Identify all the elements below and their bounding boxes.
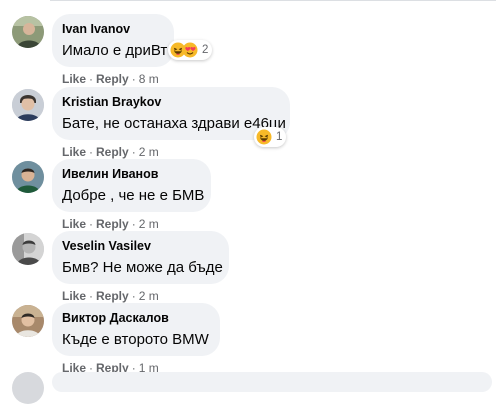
like-button[interactable]: Like bbox=[62, 72, 86, 86]
separator-dot: · bbox=[131, 145, 136, 159]
reply-button[interactable]: Reply bbox=[96, 72, 129, 86]
separator-dot: · bbox=[131, 217, 136, 231]
reply-button[interactable]: Reply bbox=[96, 289, 129, 303]
comment-item: Ивелин Иванов Добре , че не е БМВ Like · R… bbox=[0, 159, 496, 231]
comment-timestamp[interactable]: 8 m bbox=[139, 72, 159, 86]
comment-text: Бате, не останаха здрави е46ци bbox=[62, 115, 286, 132]
reply-button[interactable]: Reply bbox=[96, 217, 129, 231]
top-divider bbox=[50, 0, 496, 7]
comment-bubble: Ivan Ivanov Имало е дриВт bbox=[52, 14, 174, 67]
reaction-summary[interactable]: 1 bbox=[254, 127, 287, 147]
comment-timestamp[interactable]: 2 m bbox=[139, 145, 159, 159]
comment-timestamp[interactable]: 2 m bbox=[139, 289, 159, 303]
comment-author[interactable]: Виктор Даскалов bbox=[62, 311, 208, 326]
comment-text: Имало е дриВт bbox=[62, 42, 168, 59]
like-button[interactable]: Like bbox=[62, 145, 86, 159]
reaction-count: 1 bbox=[276, 131, 283, 143]
reply-button[interactable]: Reply bbox=[96, 145, 129, 159]
avatar[interactable] bbox=[12, 89, 44, 121]
reaction-count: 2 bbox=[202, 44, 209, 56]
comment-actions: Like · Reply · 2 m bbox=[62, 217, 159, 231]
comment-bubble bbox=[52, 372, 492, 392]
comment-actions: Like · Reply · 8 m bbox=[62, 72, 159, 86]
comment-actions: Like · Reply · 2 m bbox=[62, 145, 159, 159]
comment-item: Виктор Даскалов Къде е второто BMW Like ·… bbox=[0, 303, 496, 375]
comment-author[interactable]: Veselin Vasilev bbox=[62, 239, 217, 254]
like-button[interactable]: Like bbox=[62, 217, 86, 231]
separator-dot: · bbox=[89, 145, 94, 159]
comment-author[interactable]: Ивелин Иванов bbox=[62, 167, 199, 182]
avatar[interactable] bbox=[12, 16, 44, 48]
comment-author[interactable]: Ivan Ivanov bbox=[62, 22, 162, 37]
comment-item: Kristian Braykov Бате, не останаха здрав… bbox=[0, 87, 496, 159]
like-button[interactable]: Like bbox=[62, 289, 86, 303]
avatar[interactable] bbox=[12, 233, 44, 265]
avatar[interactable] bbox=[12, 161, 44, 193]
haha-emoji-icon bbox=[256, 129, 272, 145]
comment-text: Добре , че не е БМВ bbox=[62, 187, 205, 204]
avatar[interactable] bbox=[12, 372, 44, 404]
separator-dot: · bbox=[89, 217, 94, 231]
comment-bubble: Ивелин Иванов Добре , че не е БМВ bbox=[52, 159, 211, 212]
separator-dot: · bbox=[89, 72, 94, 86]
comment-timestamp[interactable]: 2 m bbox=[139, 217, 159, 231]
comment-item: Ivan Ivanov Имало е дриВт 2 Like · Reply · 8… bbox=[0, 14, 496, 86]
reaction-summary[interactable]: 2 bbox=[168, 40, 213, 60]
separator-dot: · bbox=[89, 289, 94, 303]
comment-text: Бмв? Не може да бъде bbox=[62, 259, 223, 276]
comment-text: Къде е второто BMW bbox=[62, 331, 209, 348]
comment-actions: Like · Reply · 2 m bbox=[62, 289, 159, 303]
love-emoji-icon bbox=[182, 42, 198, 58]
comment-bubble: Veselin Vasilev Бмв? Не може да бъде bbox=[52, 231, 229, 284]
avatar[interactable] bbox=[12, 305, 44, 337]
separator-dot: · bbox=[131, 289, 136, 303]
comment-item: Veselin Vasilev Бмв? Не може да бъде Lik… bbox=[0, 231, 496, 303]
separator-dot: · bbox=[131, 72, 136, 86]
comment-bubble: Виктор Даскалов Къде е второто BMW bbox=[52, 303, 220, 356]
comment-author[interactable]: Kristian Braykov bbox=[62, 95, 278, 110]
